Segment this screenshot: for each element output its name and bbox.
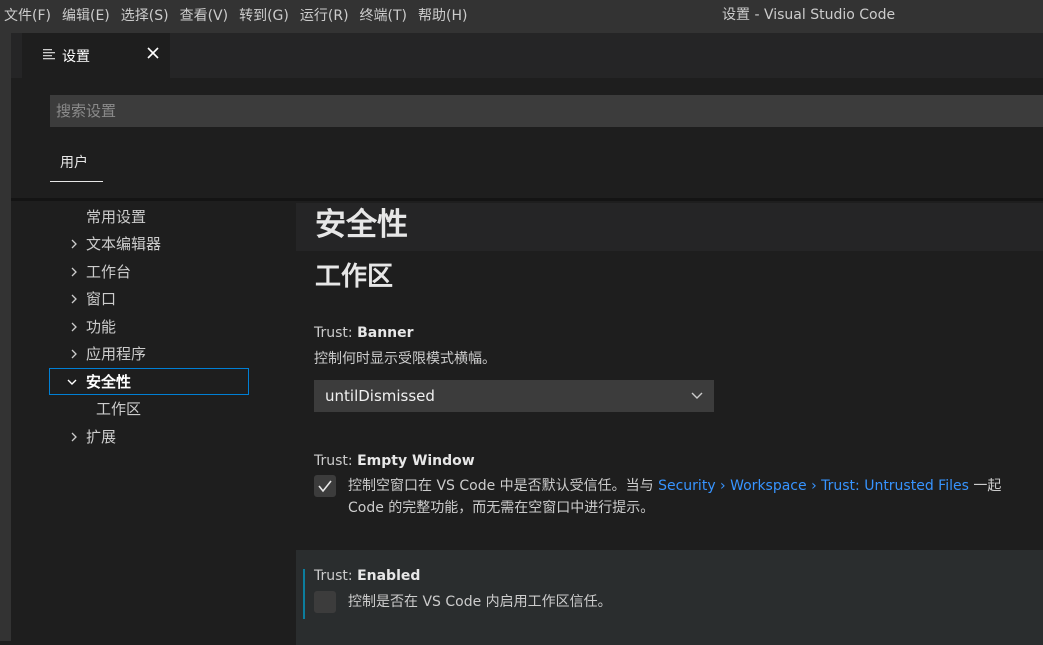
setting-description: 控制何时显示受限模式横幅。 <box>314 351 496 367</box>
title-bar: 文件(F) 编辑(E) 选择(S) 查看(V) 转到(G) 运行(R) 终端(T… <box>0 0 1043 33</box>
toc-item-security[interactable]: 安全性 <box>49 368 249 395</box>
setting-description-line2: Code 的完整功能，而无需在空窗口中进行提示。 <box>348 500 655 516</box>
editor-tab-bar: 设置 <box>11 33 1043 78</box>
toc-item-label: 安全性 <box>86 373 132 391</box>
chevron-right-icon <box>71 294 77 304</box>
setting-title-trust-banner: Trust: Banner <box>314 325 414 341</box>
setting-description: 控制是否在 VS Code 内启用工作区信任。 <box>348 594 612 610</box>
tab-settings[interactable]: 设置 <box>22 33 170 78</box>
settings-toc: 常用设置 文本编辑器 工作台 窗口 功能 应用程序 安全性 工作区 扩展 <box>11 203 296 643</box>
settings-editor: 用户 常用设置 文本编辑器 工作台 窗口 功能 应用程序 安全 <box>11 78 1043 645</box>
settings-list: 安全性 工作区 Trust: Banner 控制何时显示受限模式横幅。 unti… <box>296 203 1043 645</box>
setting-title-trust-empty-window: Trust: Empty Window <box>314 453 475 469</box>
untrusted-files-setting-link[interactable]: Security › Workspace › Trust: Untrusted … <box>658 478 969 494</box>
setting-category: Trust: <box>314 453 358 469</box>
toc-item-label: 应用程序 <box>86 345 147 363</box>
activity-bar <box>0 33 11 641</box>
menu-terminal[interactable]: 终端(T) <box>356 0 414 33</box>
chevron-down-icon <box>691 392 703 399</box>
toc-item-text-editor[interactable]: 文本编辑器 <box>67 231 161 257</box>
menu-go[interactable]: 转到(G) <box>235 0 296 33</box>
tab-user-scope[interactable]: 用户 <box>50 150 103 182</box>
toc-item-common[interactable]: 常用设置 <box>86 204 146 230</box>
header-divider <box>11 198 1043 201</box>
toc-item-label: 扩展 <box>86 428 117 446</box>
search-input[interactable] <box>50 95 1043 127</box>
toc-item-workbench[interactable]: 工作台 <box>67 259 131 285</box>
menu-selection[interactable]: 选择(S) <box>117 0 176 33</box>
setting-key: Enabled <box>357 568 421 584</box>
menu-help[interactable]: 帮助(H) <box>414 0 474 33</box>
group-header: 安全性 <box>296 203 1043 251</box>
tab-label: 设置 <box>62 49 90 65</box>
group-title: 安全性 <box>315 207 408 243</box>
setting-description: 控制空窗口在 VS Code 中是否默认受信任。当与 Security › Wo… <box>348 475 1001 497</box>
chevron-down-icon <box>67 379 77 385</box>
window-title: 设置 - Visual Studio Code <box>722 7 896 23</box>
toc-item-label: 文本编辑器 <box>86 235 162 253</box>
toc-item-workspace[interactable]: 工作区 <box>96 396 141 422</box>
chevron-right-icon <box>71 349 77 359</box>
setting-focus-indicator <box>303 569 305 619</box>
menu-view[interactable]: 查看(V) <box>176 0 236 33</box>
close-icon[interactable] <box>146 46 160 60</box>
check-icon <box>318 480 332 493</box>
setting-category: Trust: <box>314 568 358 584</box>
trust-enabled-checkbox[interactable] <box>314 591 336 613</box>
toc-item-window[interactable]: 窗口 <box>67 286 116 312</box>
section-title: 工作区 <box>315 262 394 292</box>
chevron-right-icon <box>71 322 77 332</box>
toc-item-features[interactable]: 功能 <box>67 314 116 340</box>
toc-item-application[interactable]: 应用程序 <box>67 341 146 367</box>
chevron-right-icon <box>71 432 77 442</box>
chevron-right-icon <box>71 267 77 277</box>
menu-bar: 文件(F) 编辑(E) 选择(S) 查看(V) 转到(G) 运行(R) 终端(T… <box>0 0 474 33</box>
toc-item-extensions[interactable]: 扩展 <box>67 424 116 450</box>
toc-item-label: 窗口 <box>86 290 117 308</box>
toc-item-label: 功能 <box>86 318 117 336</box>
menu-file[interactable]: 文件(F) <box>0 0 58 33</box>
setting-title-trust-enabled: Trust: Enabled <box>314 568 420 584</box>
toc-item-label: 工作台 <box>86 263 132 281</box>
select-value: untilDismissed <box>325 387 435 405</box>
settings-list-icon <box>43 49 55 60</box>
setting-key: Empty Window <box>357 453 475 469</box>
setting-key: Banner <box>357 325 414 341</box>
trust-banner-select[interactable]: untilDismissed <box>314 380 714 412</box>
menu-run[interactable]: 运行(R) <box>296 0 356 33</box>
chevron-right-icon <box>71 239 77 249</box>
trust-empty-window-checkbox[interactable] <box>314 475 336 497</box>
toc-item-label: 工作区 <box>96 400 142 418</box>
menu-edit[interactable]: 编辑(E) <box>58 0 117 33</box>
description-text: 控制空窗口在 VS Code 中是否默认受信任。当与 <box>348 478 659 494</box>
setting-category: Trust: <box>314 325 358 341</box>
scope-tab-label: 用户 <box>60 155 88 171</box>
search-box[interactable] <box>50 95 1043 127</box>
description-text: 一起 <box>968 478 1002 494</box>
toc-item-label: 常用设置 <box>86 208 147 226</box>
